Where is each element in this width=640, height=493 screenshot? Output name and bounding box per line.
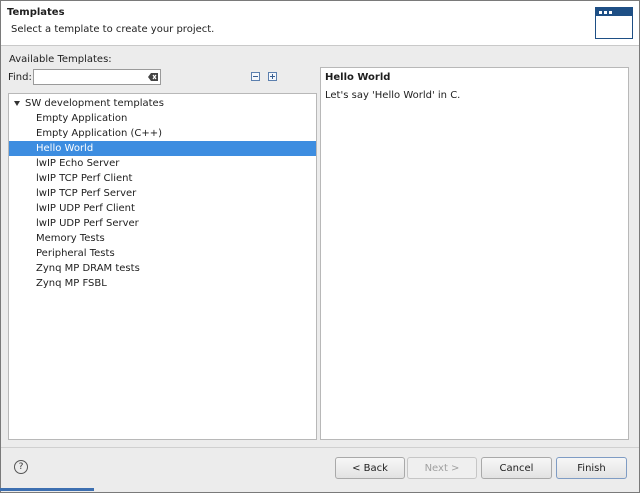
description-pane: Hello World Let's say 'Hello World' in C…	[320, 67, 629, 440]
tree-item-label: Memory Tests	[36, 233, 105, 244]
tree-item[interactable]: Hello World	[9, 141, 316, 156]
tree-item[interactable]: Empty Application (C++)	[9, 126, 316, 141]
collapse-all-icon[interactable]	[251, 72, 260, 81]
back-button[interactable]: < Back	[335, 457, 405, 479]
available-templates-label: Available Templates:	[9, 54, 112, 65]
tree-item-label: Peripheral Tests	[36, 248, 115, 259]
help-icon[interactable]: ?	[14, 460, 28, 474]
expand-all-icon[interactable]	[268, 72, 277, 81]
tree-item-label: lwIP TCP Perf Server	[36, 188, 137, 199]
template-description-title: Hello World	[325, 72, 391, 83]
dialog-header: Templates Select a template to create yo…	[1, 1, 639, 46]
tree-item[interactable]: lwIP TCP Perf Client	[9, 171, 316, 186]
dialog-subtitle: Select a template to create your project…	[11, 24, 215, 35]
tree-item[interactable]: Zynq MP DRAM tests	[9, 261, 316, 276]
tree-root-sw-development-templates[interactable]: SW development templates	[9, 96, 316, 111]
finish-button[interactable]: Finish	[556, 457, 627, 479]
tree-item[interactable]: lwIP TCP Perf Server	[9, 186, 316, 201]
find-label: Find:	[8, 72, 32, 83]
tree-expanded-icon[interactable]	[14, 101, 20, 106]
find-input[interactable]	[33, 69, 161, 85]
tree-item[interactable]: lwIP UDP Perf Server	[9, 216, 316, 231]
next-button[interactable]: Next >	[407, 457, 477, 479]
tree-item[interactable]: Empty Application	[9, 111, 316, 126]
tree-item-label: Empty Application (C++)	[36, 128, 163, 139]
tree-item[interactable]: lwIP Echo Server	[9, 156, 316, 171]
wizard-banner-icon	[595, 7, 633, 39]
tree-item-label: lwIP UDP Perf Server	[36, 218, 139, 229]
clear-icon[interactable]	[148, 73, 158, 81]
tree-item-label: Hello World	[36, 143, 94, 154]
template-description-text: Let's say 'Hello World' in C.	[325, 90, 461, 101]
templates-pane: Find: SW development templates Empty App…	[8, 67, 317, 440]
tree-item[interactable]: lwIP UDP Perf Client	[9, 201, 316, 216]
tree-item-label: Zynq MP FSBL	[36, 278, 107, 289]
button-bar-separator	[1, 447, 639, 448]
cancel-button[interactable]: Cancel	[481, 457, 552, 479]
tree-item[interactable]: Peripheral Tests	[9, 246, 316, 261]
templates-dialog: Templates Select a template to create yo…	[0, 0, 640, 493]
tree-item-label: lwIP UDP Perf Client	[36, 203, 135, 214]
dialog-title: Templates	[7, 7, 65, 18]
tree-item[interactable]: Zynq MP FSBL	[9, 276, 316, 291]
taskbar-edge	[0, 488, 94, 491]
tree-item-label: lwIP Echo Server	[36, 158, 120, 169]
tree-item-label: lwIP TCP Perf Client	[36, 173, 133, 184]
tree-root-label: SW development templates	[25, 98, 164, 109]
templates-tree[interactable]: SW development templates Empty Applicati…	[8, 93, 317, 440]
tree-item[interactable]: Memory Tests	[9, 231, 316, 246]
tree-item-label: Zynq MP DRAM tests	[36, 263, 140, 274]
tree-item-label: Empty Application	[36, 113, 128, 124]
